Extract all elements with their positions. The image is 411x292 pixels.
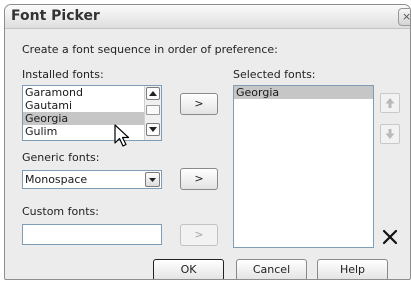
installed-fonts-list[interactable]: Garamond Gautami Georgia Gulim <box>22 85 162 141</box>
selected-fonts-list[interactable]: Georgia <box>233 85 374 248</box>
cancel-button[interactable]: Cancel <box>236 259 307 279</box>
title-bar: Font Picker × <box>5 5 410 29</box>
move-up-icon <box>385 98 395 108</box>
dialog-title: Font Picker <box>11 8 100 24</box>
mouse-pointer-icon <box>114 124 130 147</box>
scroll-down-arrow-icon <box>149 127 157 132</box>
list-item[interactable]: Garamond <box>23 86 161 99</box>
installed-fonts-scrollbar[interactable] <box>144 86 161 140</box>
add-installed-font-button[interactable]: > <box>180 93 218 115</box>
move-up-button[interactable] <box>380 93 400 113</box>
scroll-up-arrow-icon <box>149 91 157 96</box>
remove-font-button[interactable] <box>379 226 401 248</box>
generic-fonts-select[interactable]: Monospace <box>22 170 162 189</box>
scroll-down-button[interactable] <box>146 123 160 136</box>
dropdown-arrow-icon <box>149 178 156 182</box>
generic-fonts-dropdown-button[interactable] <box>145 172 160 187</box>
list-item-selected[interactable]: Georgia <box>234 86 373 99</box>
list-item[interactable]: Gulim <box>23 125 161 138</box>
custom-fonts-input[interactable] <box>22 224 162 245</box>
move-down-button[interactable] <box>380 124 400 144</box>
add-custom-font-button[interactable]: > <box>180 224 218 246</box>
font-picker-dialog: Font Picker × Create a font sequence in … <box>4 4 411 280</box>
scroll-up-button[interactable] <box>146 87 160 100</box>
selected-fonts-label: Selected fonts: <box>233 68 316 81</box>
generic-fonts-label: Generic fonts: <box>22 151 100 164</box>
generic-fonts-value: Monospace <box>25 173 88 186</box>
ok-button[interactable]: OK <box>153 259 224 279</box>
close-icon[interactable]: × <box>398 8 410 26</box>
add-generic-font-button[interactable]: > <box>180 168 218 190</box>
move-down-icon <box>385 129 395 139</box>
instruction-text: Create a font sequence in order of prefe… <box>22 43 278 56</box>
installed-fonts-label: Installed fonts: <box>22 68 104 81</box>
delete-x-icon <box>382 229 398 245</box>
scroll-thumb[interactable] <box>146 105 160 115</box>
custom-fonts-label: Custom fonts: <box>22 205 99 218</box>
help-button[interactable]: Help <box>317 259 388 279</box>
list-item-selected[interactable]: Georgia <box>23 112 161 125</box>
list-item[interactable]: Gautami <box>23 99 161 112</box>
